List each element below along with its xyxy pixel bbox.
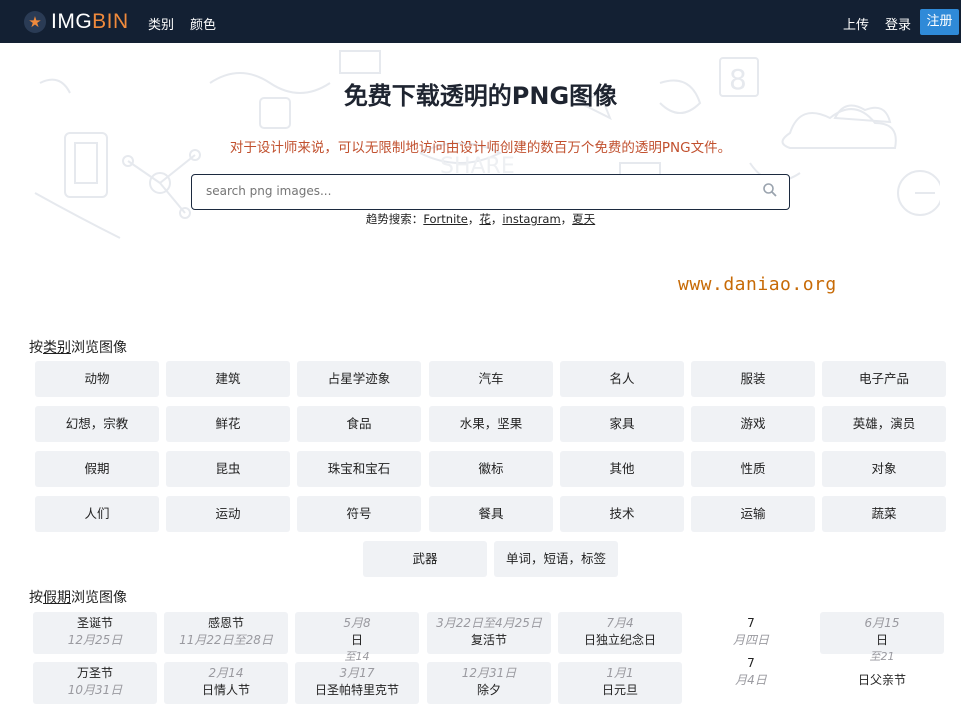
holiday-date: 7 <box>747 656 755 670</box>
holiday-name: 日 <box>875 633 888 647</box>
logo-text: IMGBIN <box>51 10 129 33</box>
holiday-card[interactable]: 3月22日至4月25日 复活节 <box>427 612 551 654</box>
category-button[interactable]: 运输 <box>691 496 815 532</box>
holiday-card[interactable]: 2月14 日情人节 <box>164 662 288 704</box>
search-input[interactable] <box>204 183 748 199</box>
holiday-section-title: 按假期浏览图像 <box>29 590 127 606</box>
category-button[interactable]: 性质 <box>691 451 815 487</box>
holiday-card[interactable]: 日父亲节 <box>820 652 944 694</box>
holiday-date: 7月4 <box>606 616 634 630</box>
holiday-date: 11月22日至28日 <box>179 633 273 647</box>
category-button[interactable]: 餐具 <box>429 496 553 532</box>
holiday-section-link[interactable]: 假期 <box>43 590 71 606</box>
hero-subtitle: 对于设计师来说，可以无限制地访问由设计师创建的数百万个免费的透明PNG文件。 <box>229 140 732 156</box>
trending-link-flower[interactable]: 花 <box>479 212 491 226</box>
holiday-card[interactable]: 6月15 日至21 <box>820 612 944 663</box>
holiday-date: 12月25日 <box>67 633 123 647</box>
trending-link-fortnite[interactable]: Fortnite <box>423 212 468 226</box>
hero-title: 免费下载透明的PNG图像 <box>343 82 618 110</box>
nav-login-link[interactable]: 登录 <box>885 14 911 33</box>
category-button[interactable]: 武器 <box>363 541 487 577</box>
category-button[interactable]: 运动 <box>166 496 290 532</box>
holiday-card[interactable]: 7月4 日独立纪念日 <box>558 612 682 654</box>
top-navbar: ★ IMGBIN 类别 颜色 上传 登录 注册 <box>0 0 961 43</box>
register-button[interactable]: 注册 <box>920 9 959 35</box>
trending-link-summer[interactable]: 夏天 <box>572 212 595 226</box>
search-bar <box>191 174 790 210</box>
holiday-name: 日父亲节 <box>857 673 906 687</box>
category-button[interactable]: 食品 <box>297 406 421 442</box>
holiday-card[interactable]: 1月1 日元旦 <box>558 662 682 704</box>
imgbin-logo[interactable]: ★ IMGBIN <box>24 9 129 35</box>
nav-upload-link[interactable]: 上传 <box>843 14 869 33</box>
holiday-date: 5月8 <box>343 616 371 630</box>
category-button[interactable]: 徽标 <box>429 451 553 487</box>
trending-searches: 趋势搜索：Fortnite，花，instagram，夏天 <box>365 212 596 226</box>
category-section-title: 按类别浏览图像 <box>29 340 127 356</box>
holiday-date: 10月31日 <box>67 683 123 697</box>
category-button[interactable]: 英雄，演员 <box>822 406 946 442</box>
category-button[interactable]: 占星学迹象 <box>297 361 421 397</box>
category-button[interactable]: 汽车 <box>429 361 553 397</box>
category-button[interactable]: 技术 <box>560 496 684 532</box>
star-logo-icon: ★ <box>24 11 46 33</box>
holiday-name: 日圣帕特里克节 <box>314 683 399 697</box>
holiday-card[interactable]: 5月8 日至14 <box>295 612 419 663</box>
category-button[interactable]: 符号 <box>297 496 421 532</box>
holiday-name: 日元旦 <box>601 683 638 697</box>
holiday-card[interactable]: 感恩节 11月22日至28日 <box>164 612 288 654</box>
holiday-date: 3月22日至4月25日 <box>436 616 542 630</box>
category-button[interactable]: 鲜花 <box>166 406 290 442</box>
category-button[interactable]: 建筑 <box>166 361 290 397</box>
holiday-name: 月四日 <box>732 633 769 647</box>
holiday-card[interactable]: 7 月四日 <box>689 612 813 654</box>
nav-categories-link[interactable]: 类别 <box>148 14 174 33</box>
holiday-name: 日独立纪念日 <box>583 633 656 647</box>
trending-link-instagram[interactable]: instagram <box>502 212 560 226</box>
category-button[interactable]: 珠宝和宝石 <box>297 451 421 487</box>
holiday-name: 日情人节 <box>201 683 250 697</box>
holiday-name: 日 <box>350 633 363 647</box>
holiday-name: 除夕 <box>476 683 501 697</box>
holiday-name: 万圣节 <box>76 666 113 680</box>
site-watermark: www.daniao.org <box>678 274 837 295</box>
holiday-card[interactable]: 圣诞节 12月25日 <box>33 612 157 654</box>
holiday-date: 6月15 <box>864 616 900 630</box>
category-button[interactable]: 名人 <box>560 361 684 397</box>
category-button[interactable]: 游戏 <box>691 406 815 442</box>
category-button[interactable]: 动物 <box>35 361 159 397</box>
category-button[interactable]: 水果，坚果 <box>429 406 553 442</box>
holiday-name: 月4日 <box>735 673 767 687</box>
holiday-date: 12月31日 <box>461 666 517 680</box>
category-button[interactable]: 昆虫 <box>166 451 290 487</box>
holiday-card[interactable]: 12月31日 除夕 <box>427 662 551 704</box>
holiday-card[interactable]: 3月17 日圣帕特里克节 <box>295 662 419 704</box>
holiday-date: 2月14 <box>208 666 244 680</box>
category-button[interactable]: 服装 <box>691 361 815 397</box>
holiday-date: 7 <box>747 616 755 630</box>
category-button[interactable]: 其他 <box>560 451 684 487</box>
holiday-date: 1月1 <box>606 666 634 680</box>
holiday-card[interactable]: 7 月4日 <box>689 652 813 694</box>
category-button[interactable]: 对象 <box>822 451 946 487</box>
holiday-name: 圣诞节 <box>76 616 113 630</box>
category-button[interactable]: 家具 <box>560 406 684 442</box>
nav-colors-link[interactable]: 颜色 <box>190 14 216 33</box>
category-button[interactable]: 幻想，宗教 <box>35 406 159 442</box>
holiday-card[interactable]: 万圣节 10月31日 <box>33 662 157 704</box>
category-button[interactable]: 单词，短语，标签 <box>494 541 618 577</box>
category-button[interactable]: 假期 <box>35 451 159 487</box>
category-section-link[interactable]: 类别 <box>43 340 71 356</box>
trending-label: 趋势搜索： <box>365 212 424 226</box>
holiday-name: 感恩节 <box>207 616 244 630</box>
holiday-date: 3月17 <box>339 666 375 680</box>
category-button[interactable]: 蔬菜 <box>822 496 946 532</box>
holiday-name: 复活节 <box>470 633 507 647</box>
category-button[interactable]: 电子产品 <box>822 361 946 397</box>
category-button[interactable]: 人们 <box>35 496 159 532</box>
search-icon[interactable] <box>762 182 778 198</box>
